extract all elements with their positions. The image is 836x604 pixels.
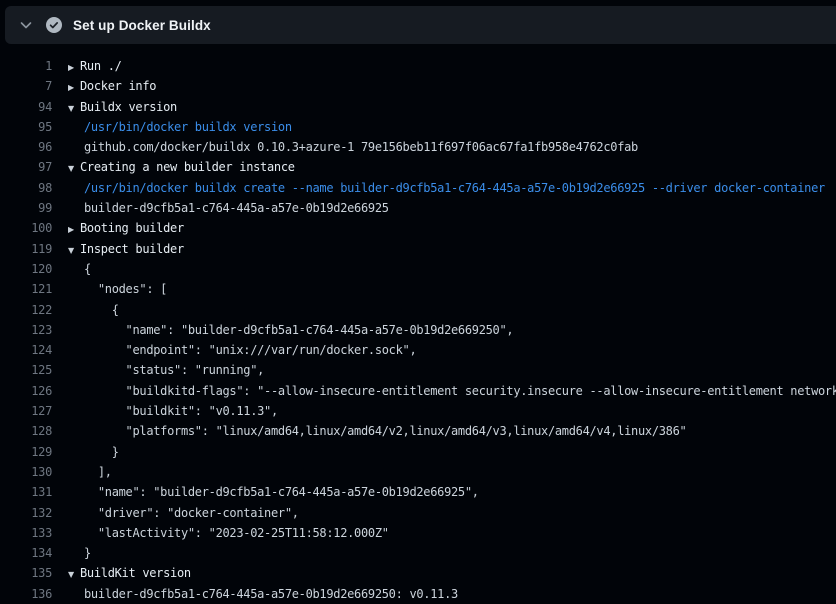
log-text: "nodes": [ xyxy=(84,279,167,299)
line-number[interactable]: 126 xyxy=(0,381,52,401)
log-line: 128 "platforms": "linux/amd64,linux/amd6… xyxy=(0,421,836,441)
log-line: 98 /usr/bin/docker buildx create --name … xyxy=(0,178,836,198)
log-text[interactable]: Inspect builder xyxy=(80,239,184,259)
toggle-arrow-icon[interactable]: ▼ xyxy=(68,159,80,177)
log-text[interactable]: Buildx version xyxy=(80,97,177,117)
log-text: "name": "builder-d9cfb5a1-c764-445a-a57e… xyxy=(84,482,479,502)
log-text[interactable]: Run ./ xyxy=(80,56,122,76)
toggle-arrow-icon[interactable]: ▶ xyxy=(68,58,80,76)
line-number[interactable]: 125 xyxy=(0,360,52,380)
log-text: } xyxy=(84,442,119,462)
line-number[interactable]: 122 xyxy=(0,300,52,320)
line-number[interactable]: 97 xyxy=(0,157,52,177)
log-text: "buildkit": "v0.11.3", xyxy=(84,401,278,421)
line-number[interactable]: 130 xyxy=(0,462,52,482)
line-number[interactable]: 132 xyxy=(0,503,52,523)
log-line: 99 builder-d9cfb5a1-c764-445a-a57e-0b19d… xyxy=(0,198,836,218)
line-number[interactable]: 1 xyxy=(0,56,52,76)
log-line: 96 github.com/docker/buildx 0.10.3+azure… xyxy=(0,137,836,157)
log-lines: 1 ▶ Run ./ 7 ▶ Docker info 94 ▼ Buildx v… xyxy=(0,44,836,604)
log-line: 119 ▼ Inspect builder xyxy=(0,239,836,259)
chevron-down-icon[interactable] xyxy=(18,17,34,33)
log-text: "endpoint": "unix:///var/run/docker.sock… xyxy=(84,340,416,360)
line-number[interactable]: 135 xyxy=(0,563,52,583)
log-line: 127 "buildkit": "v0.11.3", xyxy=(0,401,836,421)
log-line: 135 ▼ BuildKit version xyxy=(0,563,836,583)
log-line: 136 builder-d9cfb5a1-c764-445a-a57e-0b19… xyxy=(0,584,836,604)
log-line: 121 "nodes": [ xyxy=(0,279,836,299)
log-line: 130 ], xyxy=(0,462,836,482)
log-text: "name": "builder-d9cfb5a1-c764-445a-a57e… xyxy=(84,320,513,340)
log-text: /usr/bin/docker buildx version xyxy=(84,117,292,137)
toggle-arrow-icon[interactable]: ▶ xyxy=(68,220,80,238)
line-number[interactable]: 120 xyxy=(0,259,52,279)
log-line: 120 { xyxy=(0,259,836,279)
log-text: "status": "running", xyxy=(84,360,264,380)
line-number[interactable]: 100 xyxy=(0,218,52,238)
step-title: Set up Docker Buildx xyxy=(73,18,211,33)
line-number[interactable]: 121 xyxy=(0,279,52,299)
log-text: "buildkitd-flags": "--allow-insecure-ent… xyxy=(84,381,836,401)
log-text: builder-d9cfb5a1-c764-445a-a57e-0b19d2e6… xyxy=(84,198,389,218)
log-text: { xyxy=(84,259,91,279)
log-line: 94 ▼ Buildx version xyxy=(0,97,836,117)
log-line: 133 "lastActivity": "2023-02-25T11:58:12… xyxy=(0,523,836,543)
log-line: 129 } xyxy=(0,442,836,462)
line-number[interactable]: 98 xyxy=(0,178,52,198)
line-number[interactable]: 133 xyxy=(0,523,52,543)
log-text: { xyxy=(84,300,119,320)
log-text: } xyxy=(84,543,91,563)
toggle-arrow-icon[interactable]: ▼ xyxy=(68,99,80,117)
log-text[interactable]: Docker info xyxy=(80,76,156,96)
log-line: 126 "buildkitd-flags": "--allow-insecure… xyxy=(0,381,836,401)
log-text: "driver": "docker-container", xyxy=(84,503,299,523)
line-number[interactable]: 134 xyxy=(0,543,52,563)
line-number[interactable]: 136 xyxy=(0,584,52,604)
line-number[interactable]: 124 xyxy=(0,340,52,360)
log-line: 132 "driver": "docker-container", xyxy=(0,503,836,523)
actions-log-viewer: Set up Docker Buildx 1 ▶ Run ./ 7 ▶ Dock… xyxy=(0,0,836,604)
toggle-arrow-icon[interactable]: ▼ xyxy=(68,565,80,583)
log-text: ], xyxy=(84,462,112,482)
log-text: github.com/docker/buildx 0.10.3+azure-1 … xyxy=(84,137,638,157)
line-number[interactable]: 7 xyxy=(0,76,52,96)
log-line: 124 "endpoint": "unix:///var/run/docker.… xyxy=(0,340,836,360)
line-number[interactable]: 99 xyxy=(0,198,52,218)
toggle-arrow-icon[interactable]: ▶ xyxy=(68,78,80,96)
line-number[interactable]: 96 xyxy=(0,137,52,157)
log-text: "lastActivity": "2023-02-25T11:58:12.000… xyxy=(84,523,389,543)
log-line: 100 ▶ Booting builder xyxy=(0,218,836,238)
line-number[interactable]: 123 xyxy=(0,320,52,340)
line-number[interactable]: 94 xyxy=(0,97,52,117)
line-number[interactable]: 127 xyxy=(0,401,52,421)
line-number[interactable]: 119 xyxy=(0,239,52,259)
log-text: /usr/bin/docker buildx create --name bui… xyxy=(84,178,825,198)
line-number[interactable]: 131 xyxy=(0,482,52,502)
log-line: 95 /usr/bin/docker buildx version xyxy=(0,117,836,137)
toggle-arrow-icon[interactable]: ▼ xyxy=(68,241,80,259)
line-number[interactable]: 95 xyxy=(0,117,52,137)
log-text[interactable]: Creating a new builder instance xyxy=(80,157,295,177)
log-text: builder-d9cfb5a1-c764-445a-a57e-0b19d2e6… xyxy=(84,584,458,604)
log-text[interactable]: BuildKit version xyxy=(80,563,191,583)
line-number[interactable]: 128 xyxy=(0,421,52,441)
log-line: 1 ▶ Run ./ xyxy=(0,56,836,76)
log-line: 131 "name": "builder-d9cfb5a1-c764-445a-… xyxy=(0,482,836,502)
check-circle-icon xyxy=(46,17,62,33)
log-text[interactable]: Booting builder xyxy=(80,218,184,238)
line-number[interactable]: 129 xyxy=(0,442,52,462)
log-line: 134 } xyxy=(0,543,836,563)
log-line: 97 ▼ Creating a new builder instance xyxy=(0,157,836,177)
step-header[interactable]: Set up Docker Buildx xyxy=(5,6,836,44)
log-line: 125 "status": "running", xyxy=(0,360,836,380)
log-line: 123 "name": "builder-d9cfb5a1-c764-445a-… xyxy=(0,320,836,340)
log-line: 122 { xyxy=(0,300,836,320)
log-text: "platforms": "linux/amd64,linux/amd64/v2… xyxy=(84,421,686,441)
log-line: 7 ▶ Docker info xyxy=(0,76,836,96)
